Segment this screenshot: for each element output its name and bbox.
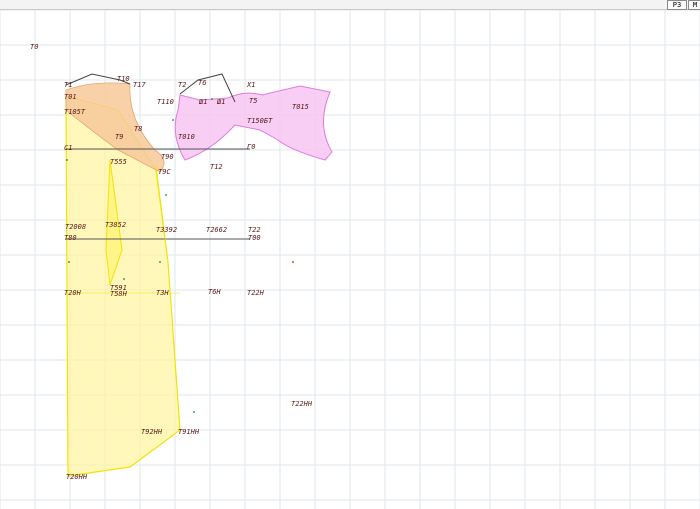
pattern-cad-window: Р3 М Т0 Т1 Т10 Т17 Т2 Т6 Х1 Т01 Т110 Ш1 …	[0, 0, 700, 509]
label-t20h: Т20Н	[64, 289, 82, 297]
label-t0: Т0	[30, 43, 38, 51]
toolbar-button-m[interactable]: М	[688, 0, 700, 10]
label-t12: Т12	[210, 163, 223, 171]
label-t01: Т01	[64, 93, 77, 101]
label-t6: Т6	[198, 79, 206, 87]
label-t2008: Т2008	[65, 223, 86, 231]
label-t010: Т010	[178, 133, 195, 141]
label-t110: Т110	[157, 98, 174, 106]
label-t91hh: Т91НН	[178, 428, 200, 436]
toolbar-button-r3[interactable]: Р3	[667, 0, 687, 10]
label-t2662: Т2662	[206, 226, 227, 234]
label-t6h: Т6Н	[208, 288, 221, 296]
label-t2: Т2	[178, 81, 186, 89]
label-t58h: Т58Н	[110, 290, 128, 298]
label-g0: Г0	[247, 143, 255, 151]
label-t80: Т80	[64, 234, 77, 242]
label-t22h: Т22Н	[247, 289, 265, 297]
label-t3h: Т3Н	[156, 289, 169, 297]
label-c1: С1	[64, 144, 72, 152]
label-t5: Т5	[249, 97, 257, 105]
label-t150bt: Т150БТ	[247, 117, 273, 125]
label-t20hh: Т20НН	[66, 473, 88, 481]
label-t015: Т015	[292, 103, 309, 111]
label-t555: Т555	[110, 158, 127, 166]
point-marker-red	[292, 261, 294, 263]
top-toolbar: Р3 М	[0, 0, 700, 10]
label-t00: Т00	[248, 234, 261, 242]
label-u1b: Ш1	[216, 98, 225, 106]
label-t3852: Т3852	[105, 221, 126, 229]
label-t92hh: Т92НН	[141, 428, 163, 436]
label-t9: Т9	[115, 133, 123, 141]
label-t17: Т17	[133, 81, 146, 89]
label-t105t: Т105Т	[64, 108, 86, 116]
label-t22: Т22	[248, 226, 261, 234]
label-t1: Т1	[64, 81, 72, 89]
label-t3392: Т3392	[156, 226, 177, 234]
label-t10: Т10	[117, 75, 130, 83]
label-t9c: Т9С	[158, 168, 171, 176]
label-t8: Т8	[134, 125, 142, 133]
label-t22hh: Т22НН	[291, 400, 313, 408]
label-u1a: Ш1	[198, 98, 207, 106]
label-x1: Х1	[246, 81, 255, 89]
label-t90: Т90	[161, 153, 174, 161]
drawing-canvas[interactable]: Т0 Т1 Т10 Т17 Т2 Т6 Х1 Т01 Т110 Ш1 Ш1 Т5…	[0, 10, 700, 509]
